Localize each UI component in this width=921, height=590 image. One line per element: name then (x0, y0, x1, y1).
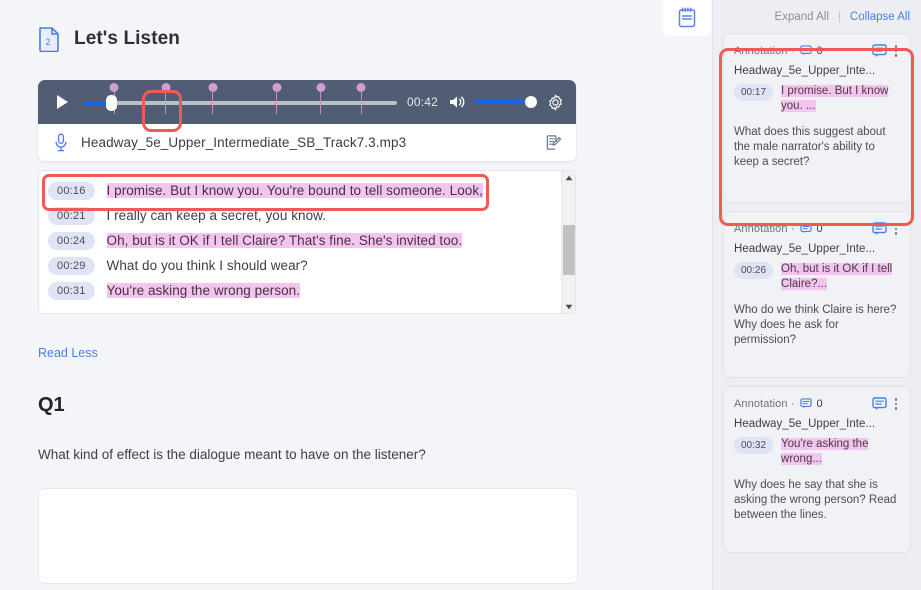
comment-count-icon (799, 45, 812, 56)
transcript-text[interactable]: I promise. But I know you. You're bound … (106, 183, 483, 198)
svg-text:2: 2 (45, 37, 50, 47)
annotation-quote-row: 00:32 You're asking the wrong... (734, 436, 900, 467)
main-content: 2 Let's Listen 00:42 Headway_5e_Upper_In… (0, 0, 712, 590)
annotation-marker[interactable] (161, 83, 171, 114)
scroll-down-icon[interactable] (562, 300, 575, 313)
volume-slider-handle[interactable] (525, 96, 537, 108)
annotation-file-name: Headway_5e_Upper_Inte... (734, 417, 876, 430)
transcript-line[interactable]: 00:21 I really can keep a secret, you kn… (48, 203, 553, 228)
annotation-menu-icon[interactable] (892, 221, 901, 237)
transcript-panel: 00:16 I promise. But I know you. You're … (38, 170, 576, 314)
annotation-note: What does this suggest about the male na… (734, 125, 886, 168)
annotation-marker[interactable] (272, 83, 282, 114)
annotation-card-list: Annotation · 0 Headway_5e_Upper_Inte... … (713, 33, 921, 553)
annotation-timestamp[interactable]: 00:26 (734, 261, 774, 279)
edit-note-icon[interactable] (545, 134, 562, 151)
annotations-panel: Expand All | Collapse All Annotation · 0 (663, 0, 921, 590)
annotation-quote-text: You're asking the wrong... (781, 437, 869, 465)
comment-count-icon (799, 398, 812, 409)
comment-count: 0 (816, 222, 823, 235)
audio-file-row: Headway_5e_Upper_Intermediate_SB_Track7.… (38, 124, 576, 161)
annotation-card[interactable]: Annotation · 0 Headway_5e_Upper_Inte... … (723, 33, 911, 203)
transcript-timestamp[interactable]: 00:31 (48, 281, 95, 300)
answer-input[interactable] (38, 488, 578, 584)
play-icon[interactable] (52, 92, 72, 112)
annotation-label: Annotation · (734, 222, 795, 235)
expand-all-button[interactable]: Expand All (775, 11, 829, 23)
comment-count: 0 (816, 44, 823, 57)
annotation-note: Who do we think Claire is here? Why does… (734, 303, 897, 346)
volume-icon[interactable] (448, 94, 467, 110)
question-number: Q1 (38, 394, 65, 416)
time-display: 00:42 (406, 95, 438, 109)
annotation-card[interactable]: Annotation · 0 Headway_5e_Upper_Inte... … (723, 211, 911, 378)
read-less-link[interactable]: Read Less (38, 346, 98, 360)
seek-bar[interactable] (84, 80, 397, 124)
collapse-all-button[interactable]: Collapse All (850, 11, 910, 23)
add-comment-icon[interactable] (871, 397, 887, 411)
annotation-marker[interactable] (208, 83, 218, 114)
app-root: 2 Let's Listen 00:42 Headway_5e_Upper_In… (0, 0, 921, 590)
seek-bar-handle[interactable] (105, 95, 117, 111)
annotation-quote-text: I promise. But I know you. ... (781, 84, 889, 112)
annotation-label: Annotation · (734, 44, 795, 57)
annotation-quote: I promise. But I know you. ... (781, 84, 900, 114)
transcript-line[interactable]: 00:24 Oh, but is it OK if I tell Claire?… (48, 228, 553, 253)
add-comment-icon[interactable] (871, 44, 887, 58)
page-title: Let's Listen (74, 28, 181, 49)
annotation-card-header: Annotation · 0 (734, 396, 900, 412)
transcript-timestamp[interactable]: 00:16 (48, 181, 95, 200)
annotation-marker[interactable] (316, 83, 326, 114)
header-divider: | (837, 10, 841, 23)
transcript-line[interactable]: 00:29 What do you think I should wear? (48, 253, 553, 278)
transcript-timestamp[interactable]: 00:24 (48, 231, 95, 250)
add-comment-icon[interactable] (871, 222, 887, 236)
audio-file-name: Headway_5e_Upper_Intermediate_SB_Track7.… (81, 135, 407, 150)
annotation-file-name: Headway_5e_Upper_Inte... (734, 64, 876, 77)
annotation-marker[interactable] (356, 83, 366, 114)
audio-player-controls: 00:42 (38, 80, 576, 124)
annotation-menu-icon[interactable] (892, 396, 901, 412)
transcript-lines: 00:16 I promise. But I know you. You're … (39, 171, 575, 307)
transcript-line[interactable]: 00:31 You're asking the wrong person. (48, 278, 553, 303)
annotation-card-header: Annotation · 0 (734, 43, 900, 59)
annotation-menu-icon[interactable] (892, 43, 901, 59)
annotation-quote: Oh, but is it OK if I tell Claire?... (781, 262, 900, 292)
annotation-card[interactable]: Annotation · 0 Headway_5e_Upper_Inte... … (723, 386, 911, 553)
gear-icon[interactable] (547, 94, 564, 111)
annotation-quote-row: 00:17 I promise. But I know you. ... (734, 83, 900, 114)
annotation-file-name: Headway_5e_Upper_Inte... (734, 242, 876, 255)
volume-slider[interactable] (475, 92, 537, 112)
comment-count: 0 (816, 397, 823, 410)
seek-bar-rail (84, 101, 397, 105)
notebook-icon[interactable] (663, 0, 711, 36)
transcript-text[interactable]: You're asking the wrong person. (106, 283, 301, 298)
scroll-up-icon[interactable] (562, 171, 575, 184)
annotation-label: Annotation · (734, 397, 795, 410)
transcript-scrollbar[interactable] (561, 171, 575, 313)
audio-player: 00:42 Headway_5e_Upper_Intermediate_SB_T… (38, 80, 576, 161)
annotation-timestamp[interactable]: 00:17 (734, 83, 774, 101)
comment-count-icon (799, 223, 812, 234)
question-prompt: What kind of effect is the dialogue mean… (38, 447, 426, 462)
transcript-timestamp[interactable]: 00:29 (48, 256, 95, 275)
annotation-quote-text: Oh, but is it OK if I tell Claire?... (781, 262, 893, 290)
transcript-line[interactable]: 00:16 I promise. But I know you. You're … (48, 178, 553, 203)
transcript-text[interactable]: I really can keep a secret, you know. (107, 208, 326, 223)
annotation-quote-row: 00:26 Oh, but is it OK if I tell Claire?… (734, 261, 900, 292)
section-header: 2 Let's Listen (0, 0, 712, 52)
annotation-quote: You're asking the wrong... (781, 437, 900, 467)
transcript-text[interactable]: Oh, but is it OK if I tell Claire? That'… (106, 233, 463, 248)
annotation-timestamp[interactable]: 00:32 (734, 436, 774, 454)
microphone-icon (54, 133, 68, 152)
transcript-scroll-thumb[interactable] (563, 225, 575, 275)
annotation-card-header: Annotation · 0 (734, 221, 900, 237)
annotations-panel-header: Expand All | Collapse All (713, 0, 921, 33)
annotation-note: Why does he say that she is asking the w… (734, 478, 897, 521)
transcript-timestamp[interactable]: 00:21 (48, 206, 95, 225)
transcript-text[interactable]: What do you think I should wear? (107, 258, 308, 273)
document-number-icon: 2 (38, 26, 60, 52)
